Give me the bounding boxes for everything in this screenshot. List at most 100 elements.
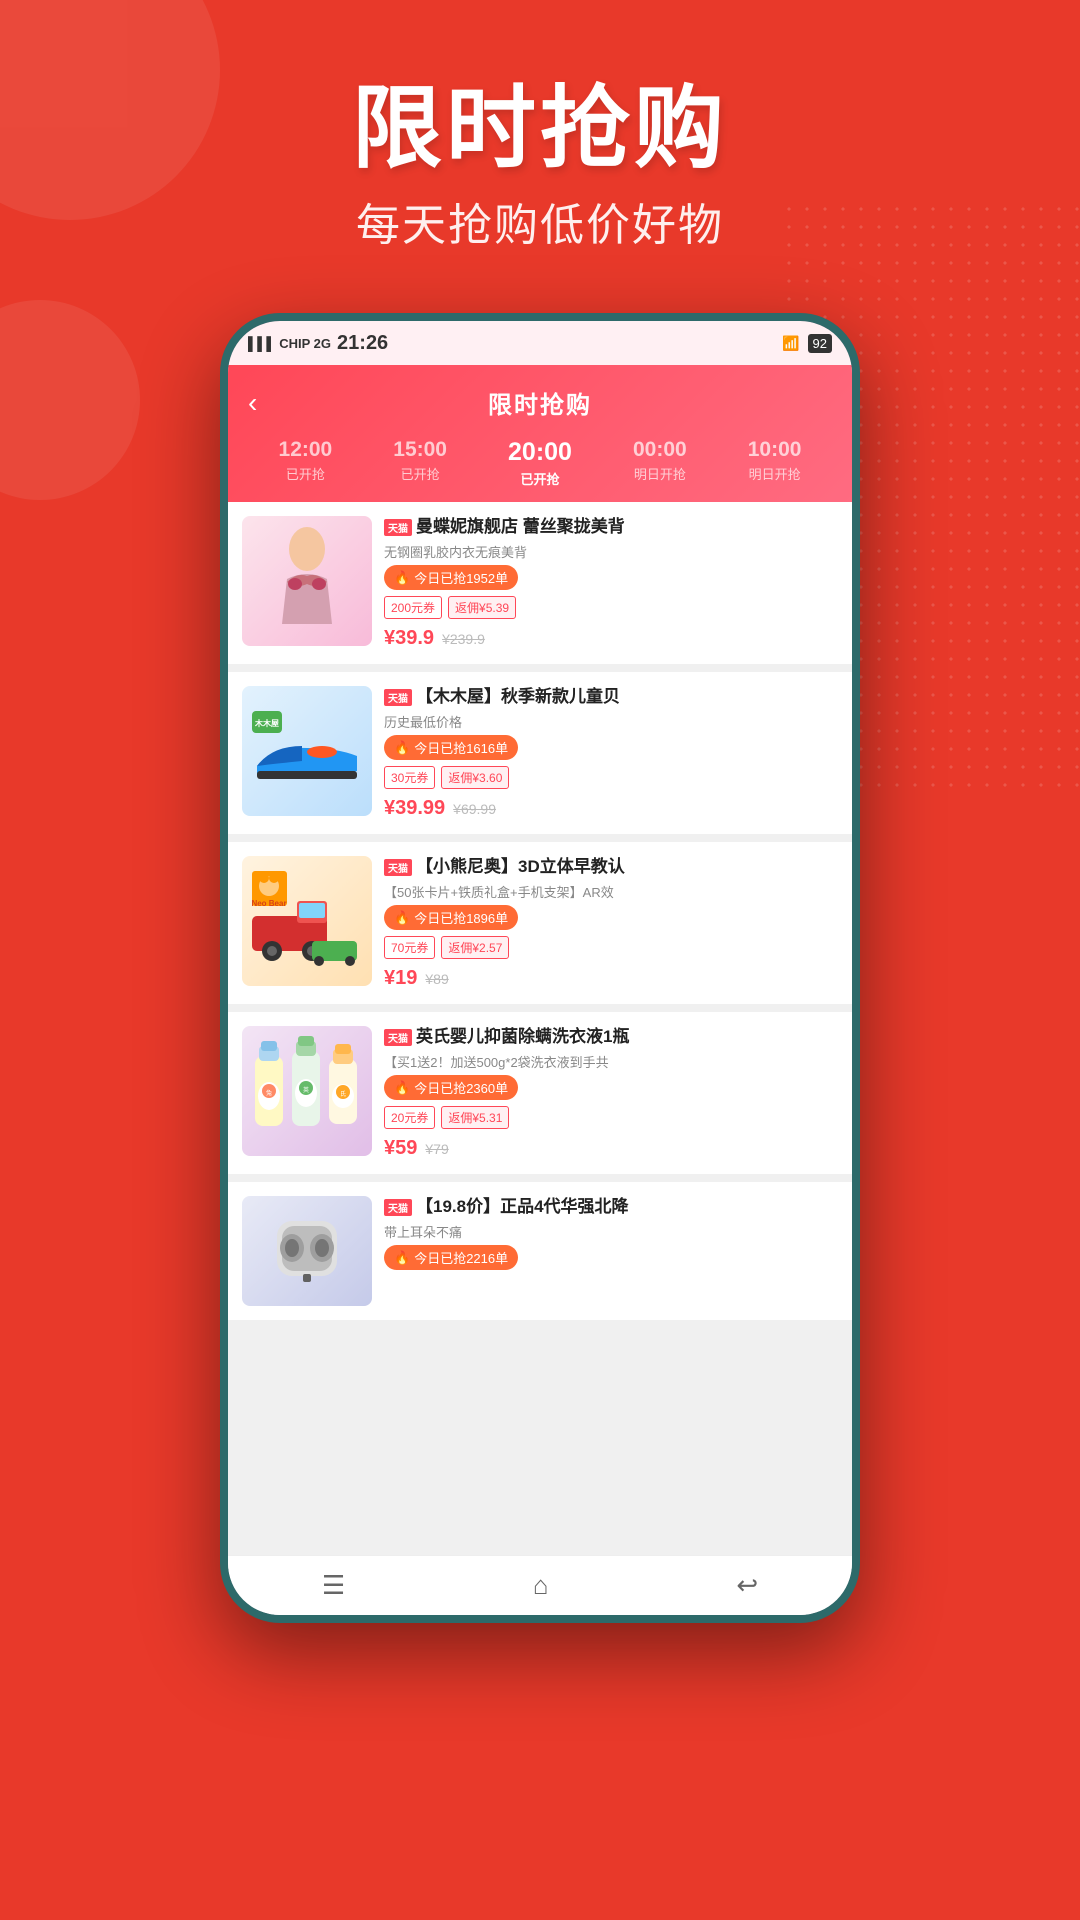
time-tab-1000[interactable]: 10:00 明日开抢 [748, 438, 802, 488]
product-desc-1: 无钢圈乳胶内衣无痕美背 [384, 542, 838, 561]
svg-text:Neo Bear: Neo Bear [251, 899, 286, 908]
time-tab-1500[interactable]: 15:00 已开抢 [393, 438, 447, 488]
product-name-2: 【木木屋】秋季新款儿童贝 [416, 686, 620, 708]
fire-icon-1: 🔥 [394, 570, 410, 586]
product-image-5 [242, 1196, 372, 1306]
product-name-3: 【小熊尼奥】3D立体早教认 [416, 856, 625, 878]
product-image-3: Neo Bear [242, 856, 372, 986]
shop-row-4: 天猫 英氏婴儿抑菌除螨洗衣液1瓶 [384, 1026, 838, 1048]
time-val-1200: 12:00 [279, 438, 333, 462]
shop-badge-4: 天猫 [384, 1029, 412, 1046]
flash-badge-5: 🔥 今日已抢2216单 [384, 1245, 518, 1270]
fire-icon-5: 🔥 [394, 1250, 410, 1266]
product-desc-3: 【50张卡片+铁质礼盒+手机支架】AR效 [384, 882, 838, 901]
price-original-3: ¥89 [425, 971, 448, 987]
product-name-5: 【19.8价】正品4代华强北降 [416, 1196, 629, 1218]
time-tabs: 12:00 已开抢 15:00 已开抢 20:00 已开抢 00:00 明日开抢 [248, 428, 832, 502]
time-val-2000: 20:00 [508, 438, 572, 467]
flash-text-4: 今日已抢2360单 [414, 1078, 508, 1097]
phone-wrapper: ▌▌▌ CHIP 2G 21:26 📶 92 ‹ 限时抢购 12:00 已开抢 [0, 313, 1080, 1623]
flash-text-5: 今日已抢2216单 [414, 1248, 508, 1267]
flash-badge-2: 🔥 今日已抢1616单 [384, 735, 518, 760]
price-current-3: ¥19 [384, 967, 417, 990]
liquid-svg: 兔 英 [247, 1031, 367, 1151]
time-val-1000: 10:00 [748, 438, 802, 462]
flash-badge-4: 🔥 今日已抢2360单 [384, 1075, 518, 1100]
product-info-1: 天猫 曼蝶妮旗舰店 蕾丝聚拢美背 无钢圈乳胶内衣无痕美背 🔥 今日已抢1952单… [384, 516, 838, 650]
time-status-2000: 已开抢 [508, 469, 572, 488]
header-subtitle: 每天抢购低价好物 [0, 189, 1080, 253]
svg-text:兔: 兔 [266, 1089, 272, 1097]
price-current-4: ¥59 [384, 1137, 417, 1160]
product-card-3[interactable]: Neo Bear 天猫 【小熊尼奥】3D立体早教认 [228, 842, 852, 1004]
carrier-text: ▌▌▌ CHIP 2G [248, 336, 331, 351]
product-image-1 [242, 516, 372, 646]
back-nav-button[interactable]: ↩ [736, 1570, 758, 1601]
svg-text:木木屋: 木木屋 [254, 718, 279, 728]
time-status-1200: 已开抢 [279, 464, 333, 483]
coupon-row-4: 20元券 返佣¥5.31 [384, 1106, 838, 1129]
cashback-tag-1: 返佣¥5.39 [448, 596, 516, 619]
price-original-4: ¥79 [425, 1141, 448, 1157]
toy-svg: Neo Bear [247, 866, 367, 976]
shop-badge-2: 天猫 [384, 689, 412, 706]
coupon-row-3: 70元券 返佣¥2.57 [384, 936, 838, 959]
time-status-0000: 明日开抢 [633, 464, 687, 483]
svg-text:氏: 氏 [340, 1090, 346, 1098]
price-row-1: ¥39.9 ¥239.9 [384, 627, 838, 650]
shop-badge-1: 天猫 [384, 519, 412, 536]
home-button[interactable]: ⌂ [533, 1570, 549, 1601]
product-info-5: 天猫 【19.8价】正品4代华强北降 带上耳朵不痛 🔥 今日已抢2216单 [384, 1196, 838, 1306]
price-current-1: ¥39.9 [384, 627, 434, 650]
status-left: ▌▌▌ CHIP 2G 21:26 [248, 332, 388, 355]
shop-badge-3: 天猫 [384, 859, 412, 876]
shoes-image: 木木屋 [242, 686, 372, 816]
app-nav: ‹ 限时抢购 [248, 377, 832, 428]
product-card-2[interactable]: 木木屋 天猫 【木木屋】秋季新款儿童贝 [228, 672, 852, 834]
battery-indicator: 92 [808, 334, 832, 353]
price-row-2: ¥39.99 ¥69.99 [384, 797, 838, 820]
cashback-tag-3: 返佣¥2.57 [441, 936, 509, 959]
price-row-3: ¥19 ¥89 [384, 967, 838, 990]
cashback-tag-2: 返佣¥3.60 [441, 766, 509, 789]
shoes-svg: 木木屋 [247, 706, 367, 796]
time-status-1500: 已开抢 [393, 464, 447, 483]
product-name-4: 英氏婴儿抑菌除螨洗衣液1瓶 [416, 1026, 629, 1048]
page-header: 限时抢购 每天抢购低价好物 [0, 0, 1080, 293]
bra-svg [257, 524, 357, 639]
coupon-tag-4: 20元券 [384, 1106, 435, 1129]
product-list[interactable]: 天猫 曼蝶妮旗舰店 蕾丝聚拢美背 无钢圈乳胶内衣无痕美背 🔥 今日已抢1952单… [228, 502, 852, 1555]
product-card-1[interactable]: 天猫 曼蝶妮旗舰店 蕾丝聚拢美背 无钢圈乳胶内衣无痕美背 🔥 今日已抢1952单… [228, 502, 852, 664]
flash-text-2: 今日已抢1616单 [414, 738, 508, 757]
product-info-2: 天猫 【木木屋】秋季新款儿童贝 历史最低价格 🔥 今日已抢1616单 30元券 … [384, 686, 838, 820]
toy-image: Neo Bear [242, 856, 372, 986]
product-info-3: 天猫 【小熊尼奥】3D立体早教认 【50张卡片+铁质礼盒+手机支架】AR效 🔥 … [384, 856, 838, 990]
price-original-2: ¥69.99 [453, 801, 496, 817]
shop-row-3: 天猫 【小熊尼奥】3D立体早教认 [384, 856, 838, 878]
earphone-svg [257, 1206, 357, 1296]
time-status-1000: 明日开抢 [748, 464, 802, 483]
header-title: 限时抢购 [0, 80, 1080, 179]
product-card-5[interactable]: 天猫 【19.8价】正品4代华强北降 带上耳朵不痛 🔥 今日已抢2216单 [228, 1182, 852, 1320]
bra-image [242, 516, 372, 646]
time-tab-0000[interactable]: 00:00 明日开抢 [633, 438, 687, 488]
time-val-1500: 15:00 [393, 438, 447, 462]
product-desc-5: 带上耳朵不痛 [384, 1222, 838, 1241]
bottom-nav: ☰ ⌂ ↩ [228, 1555, 852, 1615]
flash-badge-1: 🔥 今日已抢1952单 [384, 565, 518, 590]
product-image-2: 木木屋 [242, 686, 372, 816]
fire-icon-3: 🔥 [394, 910, 410, 926]
menu-button[interactable]: ☰ [322, 1570, 345, 1601]
product-card-4[interactable]: 兔 英 [228, 1012, 852, 1174]
back-button[interactable]: ‹ [248, 387, 257, 419]
product-desc-2: 历史最低价格 [384, 712, 838, 731]
time-tab-2000[interactable]: 20:00 已开抢 [508, 438, 572, 488]
shop-row-5: 天猫 【19.8价】正品4代华强北降 [384, 1196, 838, 1218]
status-right: 📶 92 [782, 334, 832, 353]
coupon-row-1: 200元券 返佣¥5.39 [384, 596, 838, 619]
flash-badge-3: 🔥 今日已抢1896单 [384, 905, 518, 930]
price-row-4: ¥59 ¥79 [384, 1137, 838, 1160]
time-tab-1200[interactable]: 12:00 已开抢 [279, 438, 333, 488]
shop-badge-5: 天猫 [384, 1199, 412, 1216]
coupon-tag-3: 70元券 [384, 936, 435, 959]
